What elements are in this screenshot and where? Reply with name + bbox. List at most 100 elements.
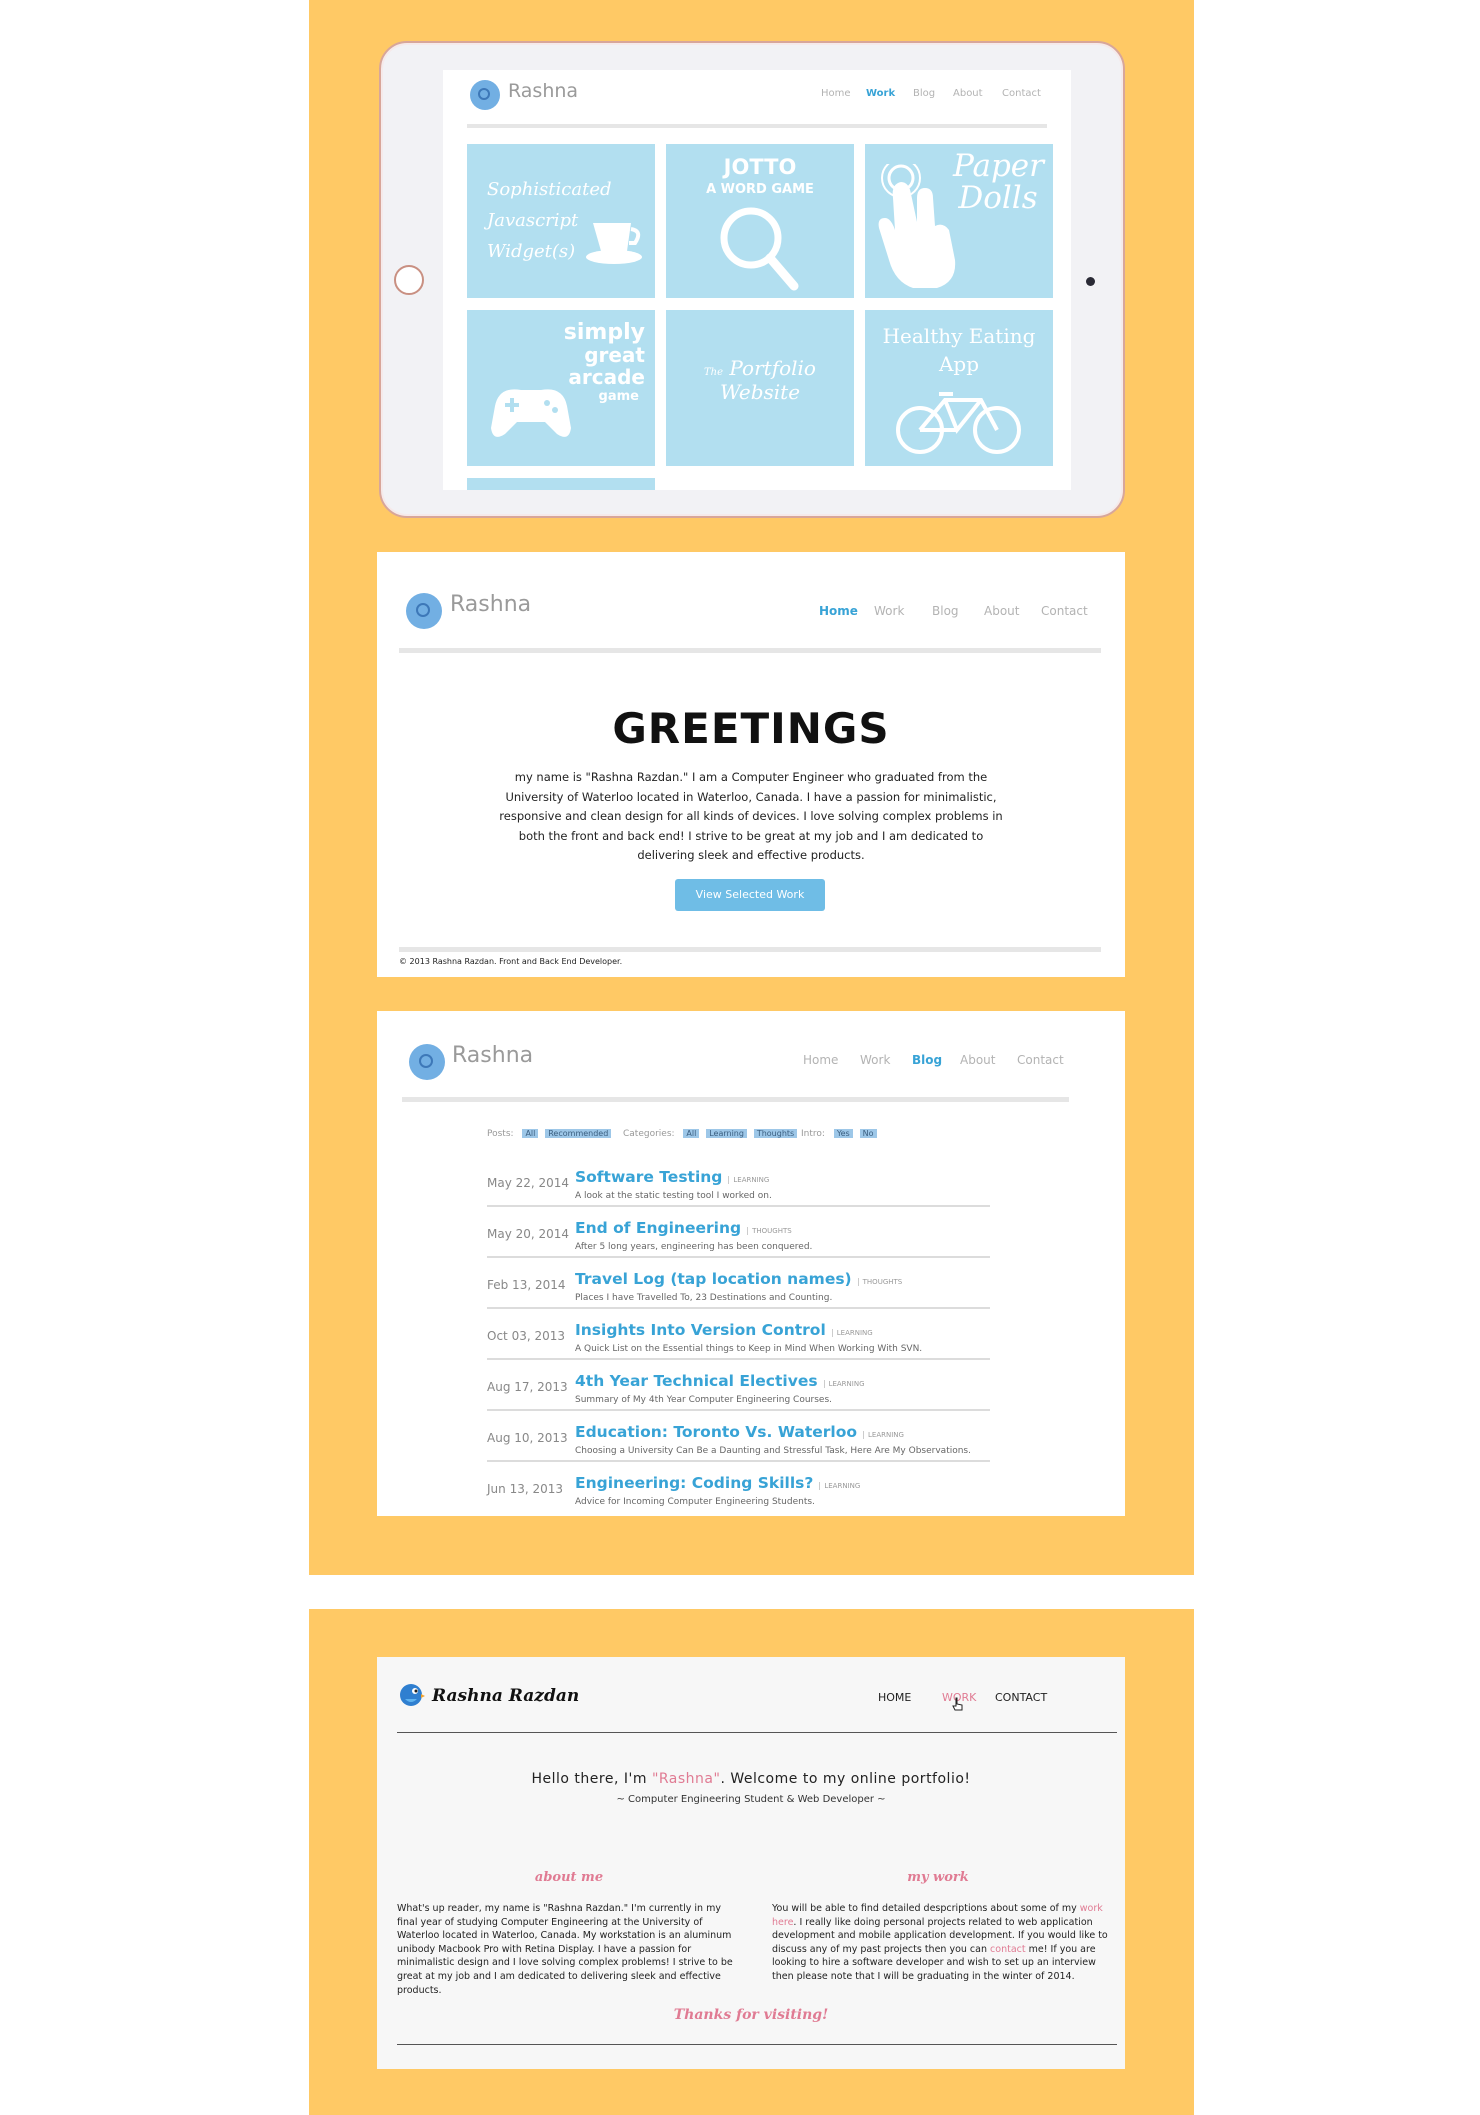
nav-home[interactable]: Home [821, 88, 851, 99]
welcome-suffix: . Welcome to my online portfolio! [720, 1771, 971, 1787]
tile-title: JOTTO [723, 155, 797, 179]
nav-work[interactable]: Work [860, 1053, 890, 1067]
tile-line: Healthy Eating [882, 324, 1036, 348]
posts-filter: Posts: All Recommended [487, 1129, 615, 1139]
post-date: Jun 13, 2013 [487, 1482, 564, 1496]
post-description: Places I have Travelled To, 23 Destinati… [575, 1293, 833, 1303]
hand-pointer-icon [878, 164, 956, 288]
post-divider [487, 1358, 990, 1360]
tablet-screen: Rashna Home Work Blog About Contact Soph… [443, 70, 1071, 490]
header-divider [397, 1732, 1117, 1733]
post-tag: THOUGHTS [747, 1227, 792, 1235]
nav-contact[interactable]: Contact [1041, 604, 1088, 618]
blog-post-row[interactable]: May 22, 2014 Software Testing LEARNING A … [487, 1168, 990, 1219]
logo-icon[interactable] [409, 1044, 445, 1080]
view-selected-work-button[interactable]: View Selected Work [675, 879, 825, 911]
bird-logo-icon[interactable] [397, 1681, 425, 1707]
post-description: A Quick List on the Essential things to … [575, 1344, 923, 1354]
filter-chip[interactable]: Learning [706, 1129, 747, 1138]
blog-post-row[interactable]: Aug 17, 2013 4th Year Technical Elective… [487, 1372, 990, 1423]
project-tile-arcade[interactable]: simply great arcade game [467, 310, 655, 466]
project-tile-partial [467, 478, 655, 490]
project-tile-widgets[interactable]: Sophisticated Javascript Widget(s) [467, 144, 655, 298]
brand-name[interactable]: Rashna [450, 592, 531, 617]
project-tile-paper-dolls[interactable]: Paper Dolls [865, 144, 1053, 298]
nav-about[interactable]: About [953, 88, 983, 99]
post-title-text[interactable]: End of Engineering [575, 1219, 741, 1237]
home-page-screenshot: Rashna Home Work Blog About Contact GREE… [377, 552, 1125, 977]
post-title-text[interactable]: 4th Year Technical Electives [575, 1372, 818, 1390]
showcase-panel-2: Rashna Razdan HOME WORK CONTACT Hello th… [309, 1609, 1194, 2115]
post-title[interactable]: Software Testing LEARNING [575, 1168, 770, 1186]
showcase-panel-1: Rashna Home Work Blog About Contact Soph… [309, 0, 1194, 1575]
filter-chip[interactable]: All [683, 1129, 700, 1138]
tile-line: App [938, 352, 980, 376]
post-tag: THOUGHTS [857, 1278, 903, 1286]
brand-name[interactable]: Rashna Razdan [432, 1686, 579, 1706]
brand-name[interactable]: Rashna [452, 1043, 533, 1068]
post-divider [487, 1460, 990, 1462]
post-tag: LEARNING [819, 1482, 861, 1490]
header-divider [467, 124, 1047, 128]
work-paragraph: You will be able to find detailed despcr… [772, 1902, 1117, 1984]
post-title-text[interactable]: Education: Toronto Vs. Waterloo [575, 1423, 857, 1441]
filter-label: Posts: [487, 1129, 514, 1139]
nav-home[interactable]: HOME [878, 1691, 911, 1704]
page-title: GREETINGS [612, 704, 890, 753]
post-title[interactable]: 4th Year Technical Electives LEARNING [575, 1372, 865, 1390]
filter-chip[interactable]: Recommended [545, 1129, 612, 1138]
filter-chip[interactable]: Yes [833, 1129, 853, 1138]
filter-chip[interactable]: Thoughts [753, 1129, 798, 1138]
nav-work[interactable]: Work [874, 604, 904, 618]
post-description: Summary of My 4th Year Computer Engineer… [575, 1395, 833, 1405]
nav-contact[interactable]: CONTACT [995, 1691, 1047, 1704]
filter-chip[interactable]: No [859, 1129, 877, 1138]
tile-label-main: Portfolio Website [719, 356, 816, 404]
nav-blog[interactable]: Blog [913, 88, 935, 99]
post-title-text[interactable]: Engineering: Coding Skills? [575, 1474, 813, 1492]
magnifier-icon [720, 207, 799, 291]
post-title-text[interactable]: Travel Log (tap location names) [575, 1270, 852, 1288]
post-title-text[interactable]: Insights Into Version Control [575, 1321, 826, 1339]
filter-chip[interactable]: All [522, 1129, 539, 1138]
post-title-text[interactable]: Software Testing [575, 1168, 722, 1186]
header-divider [399, 648, 1101, 653]
blog-post-row[interactable]: Aug 10, 2013 Education: Toronto Vs. Wate… [487, 1423, 990, 1474]
about-heading: about me [534, 1870, 604, 1885]
nav-work[interactable]: Work [866, 88, 895, 99]
post-title[interactable]: Education: Toronto Vs. Waterloo LEARNING [575, 1423, 904, 1441]
project-tile-portfolio[interactable]: The Portfolio Website [666, 310, 854, 466]
project-tile-jotto[interactable]: JOTTO A WORD GAME [666, 144, 854, 298]
nav-contact[interactable]: Contact [1017, 1053, 1064, 1067]
blog-post-row[interactable]: Feb 13, 2014 Travel Log (tap location na… [487, 1270, 990, 1321]
blog-post-row[interactable]: Jun 13, 2013 Engineering: Coding Skills?… [487, 1474, 990, 1514]
post-title[interactable]: Insights Into Version Control LEARNING [575, 1321, 873, 1339]
nav-contact[interactable]: Contact [1002, 88, 1041, 99]
contact-link[interactable]: contact [990, 1944, 1026, 1955]
brand-name[interactable]: Rashna [508, 80, 578, 102]
intro-filter: Intro: Yes No [801, 1129, 881, 1139]
work-text: You will be able to find detailed despcr… [772, 1903, 1080, 1914]
tablet-home-button [394, 265, 424, 295]
filter-label: Categories: [623, 1129, 675, 1139]
post-divider [487, 1409, 990, 1411]
blog-post-row[interactable]: May 20, 2014 End of Engineering THOUGHTS … [487, 1219, 990, 1270]
logo-icon[interactable] [470, 80, 500, 110]
nav-home[interactable]: Home [803, 1053, 838, 1067]
nav-about[interactable]: About [984, 604, 1019, 618]
post-title[interactable]: End of Engineering THOUGHTS [575, 1219, 792, 1237]
project-tile-healthy-eating[interactable]: Healthy Eating App [865, 310, 1053, 466]
footer-text: © 2013 Rashna Razdan. Front and Back End… [399, 957, 623, 966]
tile-label: The Portfolio Website [666, 356, 854, 404]
post-title[interactable]: Travel Log (tap location names) THOUGHTS [575, 1270, 903, 1288]
post-description: A look at the static testing tool I work… [575, 1191, 772, 1201]
welcome-subtitle: ~ Computer Engineering Student & Web Dev… [616, 1794, 886, 1805]
nav-about[interactable]: About [960, 1053, 995, 1067]
nav-home[interactable]: Home [819, 604, 858, 618]
post-description: Choosing a University Can Be a Daunting … [575, 1446, 971, 1456]
logo-icon[interactable] [406, 593, 442, 629]
post-title[interactable]: Engineering: Coding Skills? LEARNING [575, 1474, 861, 1492]
nav-blog[interactable]: Blog [912, 1053, 942, 1067]
nav-blog[interactable]: Blog [932, 604, 959, 618]
blog-post-row[interactable]: Oct 03, 2013 Insights Into Version Contr… [487, 1321, 990, 1372]
